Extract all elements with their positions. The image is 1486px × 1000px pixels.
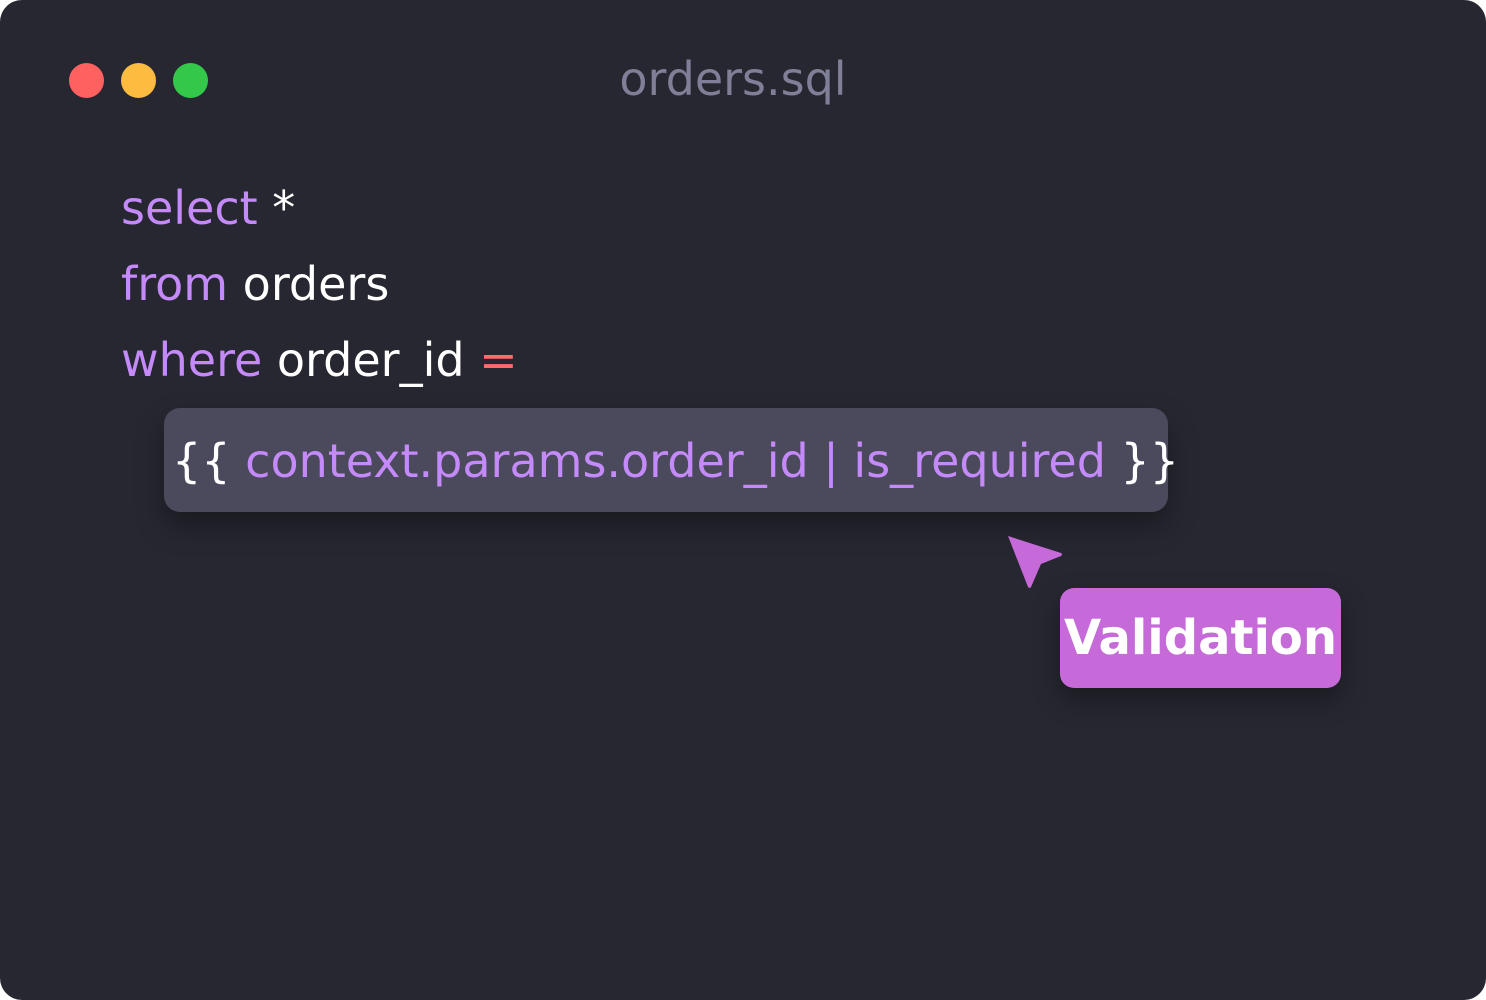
keyword-from: from	[121, 257, 229, 311]
template-open-braces: {{	[172, 434, 246, 488]
pointer-arrow-icon	[1008, 536, 1062, 588]
editor-window: orders.sql select * from orders where or…	[0, 0, 1486, 1000]
window-title: orders.sql	[619, 52, 847, 106]
keyword-where: where	[121, 333, 263, 387]
template-expression-body: context.params.order_id | is_required	[245, 434, 1106, 488]
select-wildcard: *	[257, 181, 296, 235]
code-line-select: select *	[121, 177, 295, 239]
validation-badge: Validation	[1060, 588, 1341, 688]
template-close-braces: }}	[1105, 434, 1180, 488]
table-name: orders	[228, 257, 390, 311]
code-line-where: where order_id =	[121, 329, 518, 391]
keyword-select: select	[121, 181, 258, 235]
code-line-from: from orders	[121, 253, 389, 315]
equals-operator: =	[479, 333, 518, 387]
column-name: order_id	[262, 333, 480, 387]
template-expression[interactable]: {{ context.params.order_id | is_required…	[172, 430, 1179, 492]
